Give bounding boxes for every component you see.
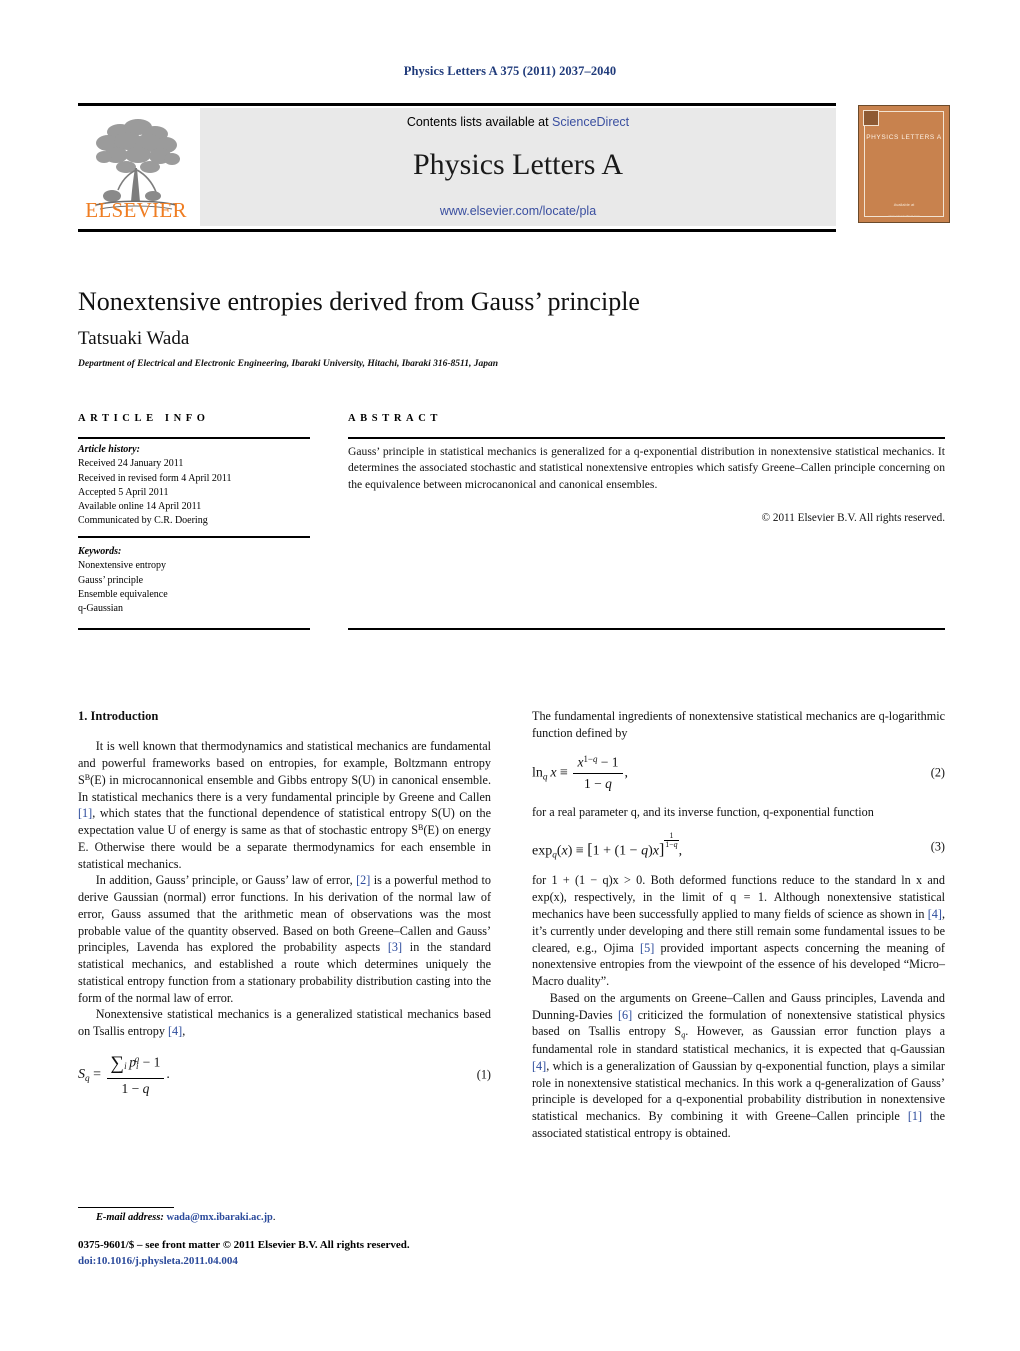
paragraph-right-3: for 1 + (1 − q)x > 0. Both deformed func… [532, 873, 945, 989]
history-item: Received 24 January 2011 [78, 458, 184, 470]
keyword-item: Gauss’ principle [78, 574, 144, 586]
paragraph-intro-1: It is well known that thermodynamics and… [78, 739, 491, 871]
header-rule-bottom [78, 229, 836, 232]
article-history-block: Article history: Received 24 January 201… [78, 443, 318, 529]
citation-ref-1b[interactable]: [1] [908, 1109, 922, 1123]
author-affiliation: Department of Electrical and Electronic … [78, 359, 499, 369]
equation-3-number: (3) [930, 839, 945, 854]
equation-3: expq(x) ≡ [1 + (1 − q)x] 1 1−q, (3) [532, 830, 945, 860]
paragraph-right-4: Based on the arguments on Greene–Callen … [532, 990, 946, 1140]
journal-url-link[interactable]: www.elsevier.com/locate/pla [200, 204, 836, 218]
copyright-line: © 2011 Elsevier B.V. All rights reserved… [761, 512, 945, 524]
sciencedirect-link[interactable]: ScienceDirect [552, 115, 629, 129]
citation-ref-3[interactable]: [3] [388, 940, 402, 954]
citation-ref-2[interactable]: [2] [356, 873, 370, 887]
abstract-heading: ABSTRACT [348, 413, 442, 424]
abstract-rule-top [348, 437, 945, 439]
body-column-right: The fundamental ingredients of nonextens… [532, 708, 945, 1142]
equation-1-number: (1) [476, 1067, 491, 1082]
footnote-rule [78, 1207, 174, 1209]
journal-cover-thumbnail: PHYSICS LETTERS A Available at www.scien… [858, 105, 950, 223]
cover-title: PHYSICS LETTERS A [866, 134, 942, 141]
info-rule-1 [78, 437, 310, 439]
equation-1: Sq = ∑i piq − 1 1 − q . (1) [78, 1053, 491, 1097]
equation-2-number: (2) [930, 765, 945, 780]
paragraph-right-2: for a real parameter q, and its inverse … [532, 805, 874, 820]
footnote-email-line: E-mail address: wada@mx.ibaraki.ac.jp. [96, 1212, 276, 1223]
paragraph-intro-2: In addition, Gauss’ principle, or Gauss’… [78, 873, 492, 1005]
email-label: E-mail address: [96, 1212, 164, 1223]
citation-ref-5[interactable]: [5] [640, 941, 654, 955]
body-column-left: 1. Introduction It is well known that th… [78, 708, 491, 1110]
history-item: Received in revised form 4 April 2011 [78, 472, 232, 484]
page-title: Nonextensive entropies derived from Gaus… [78, 287, 640, 316]
contents-lists-prefix: Contents lists available at [406, 115, 553, 129]
history-item: Communicated by C.R. Doering [78, 515, 208, 527]
info-rule-2 [78, 536, 310, 538]
article-history-label: Article history: [78, 444, 140, 455]
doi-link[interactable]: doi:10.1016/j.physleta.2011.04.004 [78, 1254, 498, 1270]
paragraph-intro-3: Nonextensive statistical mechanics is a … [78, 1007, 491, 1039]
author-name: Tatsuaki Wada [78, 328, 190, 349]
cover-footer-line3: www.sciencedirect.com [888, 214, 920, 218]
keyword-item: q-Gaussian [78, 603, 123, 615]
citation-ref-1[interactable]: [1] [78, 806, 92, 820]
section-heading-introduction: 1. Introduction [78, 709, 159, 723]
imprint-block: 0375-9601/$ – see front matter © 2011 El… [78, 1238, 498, 1269]
cover-chip-icon [863, 110, 879, 126]
history-item: Available online 14 April 2011 [78, 501, 202, 513]
abstract-text: Gauss’ principle in statistical mechanic… [348, 445, 945, 491]
history-item: Accepted 5 April 2011 [78, 486, 169, 498]
running-head: Physics Letters A 375 (2011) 2037–2040 [403, 64, 617, 78]
keyword-item: Ensemble equivalence [78, 588, 168, 600]
contents-lists-line: Contents lists available at ScienceDirec… [200, 115, 836, 129]
info-rule-3 [78, 628, 310, 630]
header-rule-top [78, 103, 836, 106]
citation-ref-6[interactable]: [6] [618, 1008, 632, 1022]
journal-title: Physics Letters A [413, 148, 623, 181]
keywords-label: Keywords: [78, 546, 122, 557]
paragraph-right-1: The fundamental ingredients of nonextens… [532, 709, 945, 740]
citation-ref-4[interactable]: [4] [168, 1024, 182, 1038]
keyword-item: Nonextensive entropy [78, 560, 167, 572]
abstract-rule-bottom [348, 628, 945, 630]
article-info-heading: ARTICLE INFO [78, 413, 210, 424]
citation-ref-4c[interactable]: [4] [532, 1059, 546, 1073]
equation-2: lnq x ≡ x1−q − 1 1 − q , (2) [532, 753, 945, 791]
keywords-block: Keywords: Nonextensive entropy Gauss’ pr… [78, 545, 318, 616]
cover-footer-line1: Available at [893, 202, 915, 207]
elsevier-wordmark: ELSEVIER [85, 198, 187, 222]
imprint-line: 0375-9601/$ – see front matter © 2011 El… [78, 1239, 410, 1251]
email-link[interactable]: wada@mx.ibaraki.ac.jp [166, 1212, 272, 1223]
citation-ref-4b[interactable]: [4] [928, 907, 942, 921]
